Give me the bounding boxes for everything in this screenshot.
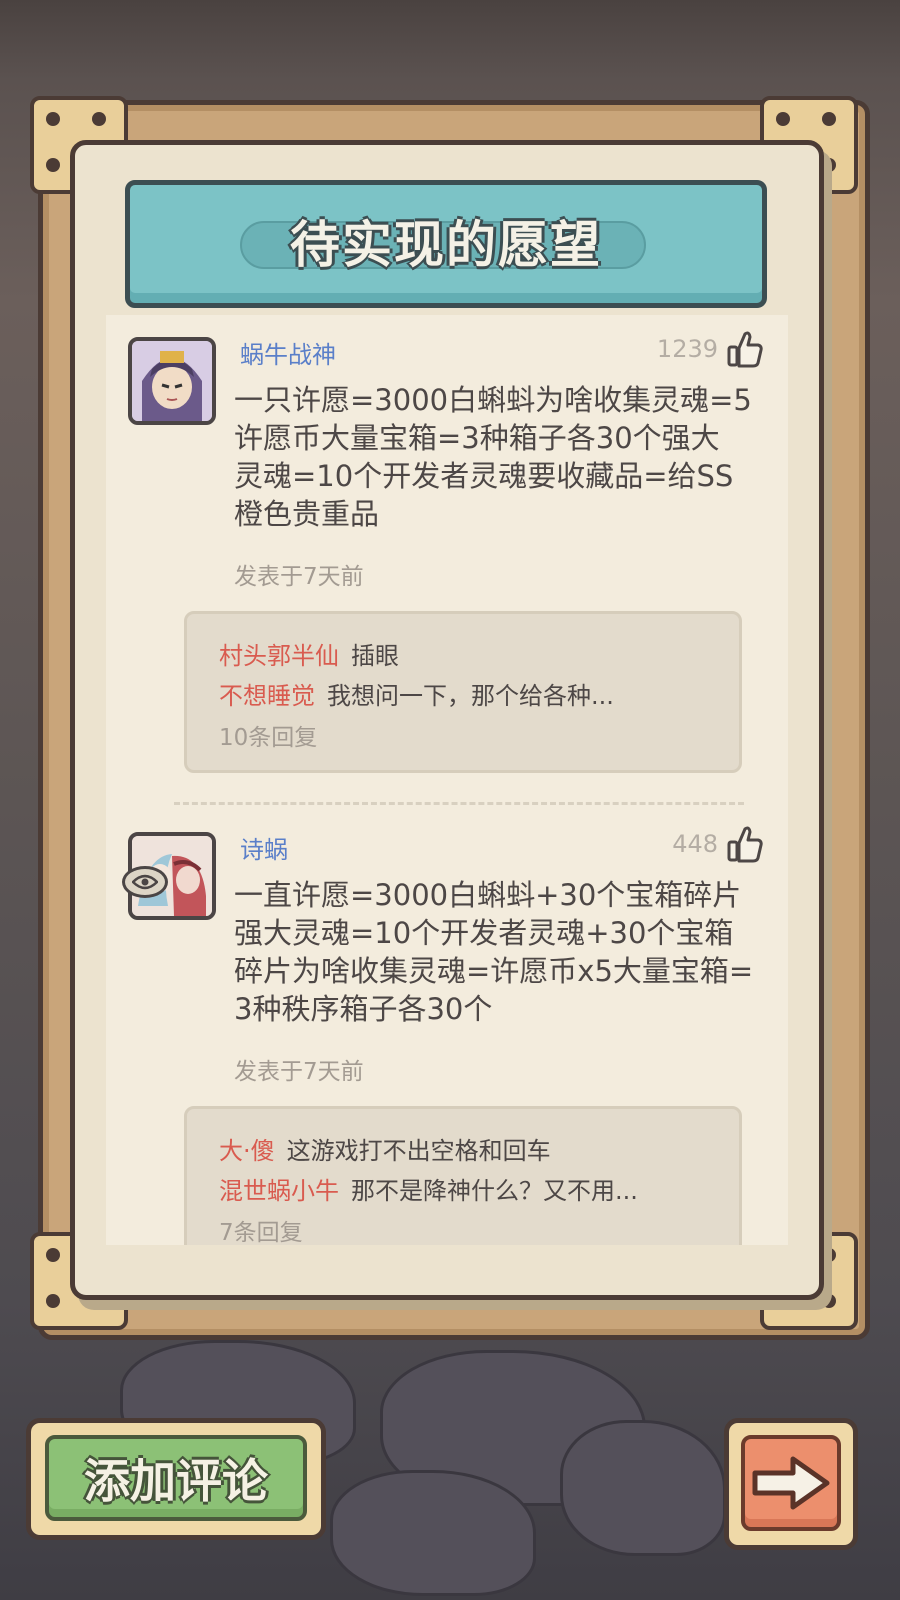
- background-rock: [330, 1470, 536, 1596]
- reply-text: 插眼: [351, 642, 399, 670]
- like-count: 1239: [656, 335, 718, 363]
- reply-count-link[interactable]: 10条回复: [219, 718, 317, 752]
- comment-text: 一直许愿=3000白蝌蚪+30个宝箱碎片 强大灵魂=10个开发者灵魂+30个宝箱…: [234, 878, 754, 1026]
- reply-line: 村头郭半仙 插眼: [219, 636, 399, 671]
- reply-text: 我想问一下，那个给各种...: [327, 682, 614, 710]
- avatar[interactable]: [128, 337, 216, 425]
- reply-line: 不想睡觉 我想问一下，那个给各种...: [219, 676, 614, 711]
- reply-text: 那不是降神什么？又不用...: [351, 1177, 638, 1205]
- comment-time: 发表于7天前: [234, 564, 364, 590]
- comment-time: 发表于7天前: [234, 1059, 364, 1085]
- reply-text: 这游戏打不出空格和回车: [286, 1137, 551, 1165]
- comment-username[interactable]: 诗蜗: [240, 830, 288, 865]
- arrow-right-icon: [752, 1456, 830, 1510]
- reply-preview[interactable]: 大·傻 这游戏打不出空格和回车 混世蜗小牛 那不是降神什么？又不用... 7条回复: [184, 1106, 742, 1245]
- comment-list[interactable]: 蜗牛战神 1239 一只许愿=3000白蝌蚪为啥收集灵魂=5 许愿币大量宝箱=3…: [106, 315, 788, 1245]
- background-rock: [560, 1420, 726, 1556]
- reply-username[interactable]: 混世蜗小牛: [219, 1177, 339, 1205]
- thumbs-up-icon[interactable]: [726, 329, 764, 369]
- add-comment-button[interactable]: 添加评论: [26, 1418, 326, 1540]
- reply-username[interactable]: 大·傻: [219, 1137, 275, 1165]
- reply-username[interactable]: 不想睡觉: [219, 682, 315, 710]
- add-comment-label: 添加评论: [84, 1454, 268, 1508]
- reply-line: 混世蜗小牛 那不是降神什么？又不用...: [219, 1171, 638, 1206]
- thumbs-up-icon[interactable]: [726, 824, 764, 864]
- like-count: 448: [672, 830, 718, 858]
- comment-divider: [174, 802, 744, 805]
- reply-preview[interactable]: 村头郭半仙 插眼 不想睡觉 我想问一下，那个给各种... 10条回复: [184, 611, 742, 773]
- like-control[interactable]: 448: [672, 824, 764, 864]
- next-button[interactable]: [724, 1418, 858, 1550]
- comment-username[interactable]: 蜗牛战神: [240, 335, 336, 370]
- title-banner: 待实现的愿望: [125, 180, 767, 308]
- eye-icon: [122, 866, 168, 898]
- reply-line: 大·傻 这游戏打不出空格和回车: [219, 1131, 551, 1166]
- reply-count-link[interactable]: 7条回复: [219, 1213, 303, 1245]
- comment-text: 一只许愿=3000白蝌蚪为啥收集灵魂=5 许愿币大量宝箱=3种箱子各30个强大 …: [234, 383, 752, 531]
- reply-username[interactable]: 村头郭半仙: [219, 642, 339, 670]
- page-title: 待实现的愿望: [290, 216, 602, 274]
- like-control[interactable]: 1239: [657, 329, 764, 369]
